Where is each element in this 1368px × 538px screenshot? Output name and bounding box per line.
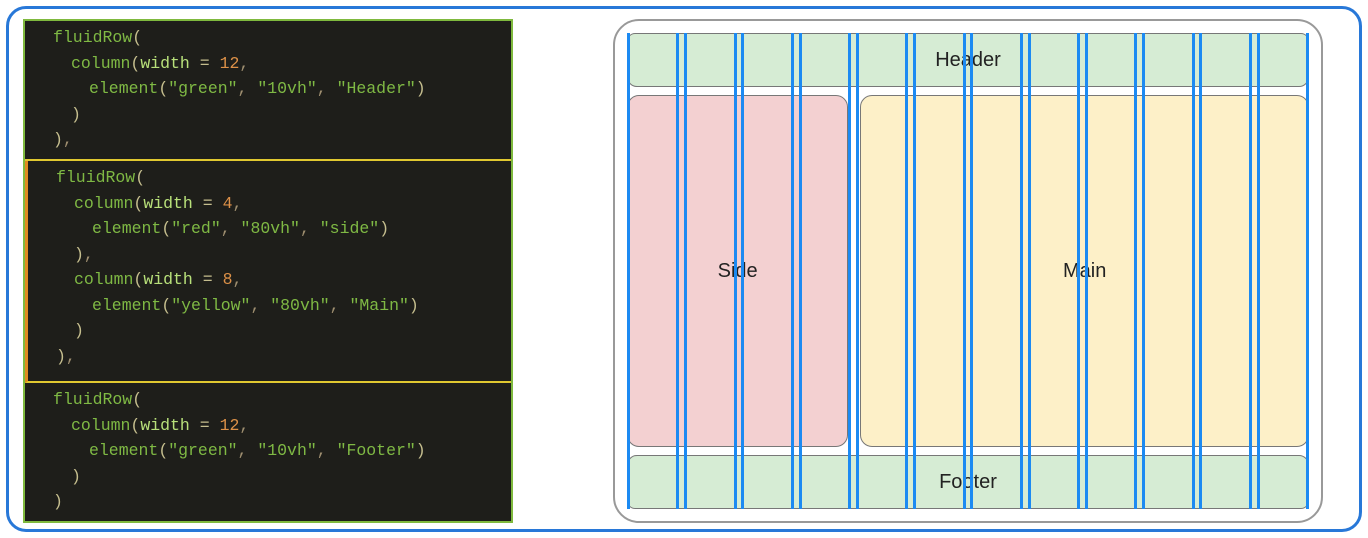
layout-preview: Header Side Main Footer [613,19,1323,523]
code-line: element("yellow", "80vh", "Main") [38,293,501,319]
layout-inner: Header Side Main Footer [627,33,1309,509]
code-line: ) [35,464,501,490]
footer-label: Footer [939,471,997,494]
side-box: Side [627,95,848,447]
code-line: ) [38,318,501,344]
code-line: element("red", "80vh", "side") [38,216,501,242]
side-label: Side [718,260,758,283]
code-line: ), [35,127,501,153]
code-line: ), [38,344,501,370]
code-line: fluidRow( [38,165,501,191]
layout-stack: Header Side Main Footer [627,33,1309,509]
code-line: ) [35,102,501,128]
header-label: Header [935,49,1001,72]
code-line: column(width = 12, [35,51,501,77]
code-line: ), [38,242,501,268]
code-block: fluidRow(column(width = 12,element("gree… [25,383,511,523]
footer-row: Footer [627,455,1309,509]
code-line: column(width = 8, [38,267,501,293]
code-block: fluidRow(column(width = 4,element("red",… [25,161,511,383]
middle-row: Side Main [627,95,1309,447]
code-line: element("green", "10vh", "Header") [35,76,501,102]
code-line: fluidRow( [35,387,501,413]
footer-box: Footer [627,455,1309,509]
code-line: column(width = 12, [35,413,501,439]
code-line: ) [35,489,501,515]
code-line: element("green", "10vh", "Footer") [35,438,501,464]
main-box: Main [860,95,1309,447]
code-line: fluidRow( [35,25,501,51]
figure-container: fluidRow(column(width = 12,element("gree… [6,6,1362,532]
header-row: Header [627,33,1309,87]
header-box: Header [627,33,1309,87]
main-label: Main [1063,260,1106,283]
code-block: fluidRow(column(width = 12,element("gree… [25,21,511,161]
code-panel: fluidRow(column(width = 12,element("gree… [23,19,513,523]
code-line: column(width = 4, [38,191,501,217]
